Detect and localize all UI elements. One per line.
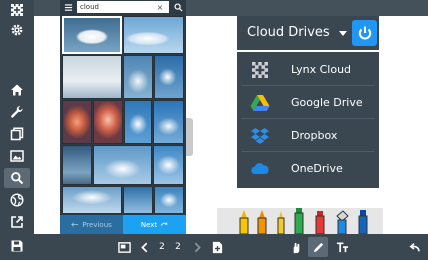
previous-page-icon[interactable] (139, 237, 151, 257)
image-result-thumbnail[interactable] (154, 55, 184, 99)
power-button[interactable] (352, 20, 377, 46)
cloud-drives-title: Cloud Drives (247, 25, 330, 40)
cloud-drives-menu: Lynx Cloud Google Drive Dropbox OneDrive (237, 52, 379, 188)
drive-label: Google Drive (291, 96, 363, 109)
menu-icon[interactable] (60, 0, 76, 14)
dropbox-icon (249, 127, 271, 145)
image-result-thumbnail[interactable] (123, 186, 153, 214)
search-panel: × (60, 0, 186, 234)
drive-label: OneDrive (291, 162, 343, 175)
blue-marker-icon[interactable] (355, 208, 371, 234)
image-result-thumbnail[interactable] (153, 145, 184, 185)
search-icon[interactable] (4, 168, 30, 188)
left-toolbar (0, 0, 34, 260)
total-pages-number: 2 (175, 242, 181, 252)
next-page-button[interactable]: Next (123, 215, 186, 234)
image-result-thumbnail[interactable] (153, 100, 184, 144)
lynx-logo-icon[interactable] (4, 0, 30, 20)
image-result-thumbnail[interactable] (62, 186, 122, 214)
drive-item-onedrive[interactable]: OneDrive (241, 153, 375, 185)
onedrive-icon (249, 160, 271, 178)
bottom-toolbar: 2 2 (34, 234, 428, 260)
eraser-icon[interactable] (334, 208, 350, 234)
hand-pan-icon[interactable] (288, 237, 304, 257)
clear-search-icon[interactable]: × (154, 1, 166, 13)
lynx-cloud-icon (249, 61, 271, 79)
next-page-icon[interactable] (191, 237, 203, 257)
pen-tool-icon[interactable] (308, 237, 328, 257)
tools-wrench-icon[interactable] (4, 102, 30, 122)
previous-page-button[interactable]: Previous (60, 215, 123, 234)
orange-highlighter-icon[interactable] (255, 208, 269, 234)
image-result-thumbnail[interactable] (62, 55, 122, 99)
panel-splitter-handle[interactable] (186, 118, 193, 156)
search-row: × (60, 0, 186, 14)
drive-item-dropbox[interactable]: Dropbox (241, 120, 375, 152)
image-result-thumbnail[interactable] (62, 145, 92, 185)
image-result-thumbnail[interactable] (93, 100, 123, 144)
settings-gear-icon[interactable] (4, 20, 30, 40)
drive-label: Lynx Cloud (291, 63, 352, 76)
image-result-thumbnail[interactable] (62, 100, 92, 144)
results-pager: Previous Next (60, 215, 186, 234)
next-page-label: Next (140, 220, 158, 229)
next-arrow-icon (160, 221, 168, 229)
image-result-thumbnail[interactable] (123, 55, 153, 99)
yellow-pencil-icon[interactable] (275, 208, 287, 234)
yellow-highlighter-icon[interactable] (237, 208, 251, 234)
power-icon (358, 26, 371, 40)
add-page-icon[interactable] (210, 237, 224, 257)
image-result-thumbnail[interactable] (124, 100, 152, 144)
app-window: × (0, 0, 428, 260)
current-page-number: 2 (159, 242, 165, 252)
undo-icon[interactable] (406, 237, 422, 257)
previous-arrow-icon (71, 221, 79, 229)
image-result-thumbnail[interactable] (154, 186, 184, 214)
drive-item-google-drive[interactable]: Google Drive (241, 87, 375, 119)
green-marker-icon[interactable] (292, 208, 306, 234)
search-submit-icon[interactable] (170, 0, 186, 14)
page-view-icon[interactable] (116, 237, 132, 257)
chevron-down-icon (339, 31, 347, 36)
image-icon[interactable] (4, 146, 30, 166)
image-result-thumbnail[interactable] (93, 145, 152, 185)
red-marker-icon[interactable] (313, 208, 327, 234)
home-icon[interactable] (4, 80, 30, 100)
google-drive-icon (249, 94, 271, 112)
marker-tray (217, 208, 383, 234)
image-result-thumbnail[interactable] (62, 16, 122, 54)
globe-icon[interactable] (4, 190, 30, 210)
pages-icon[interactable] (4, 124, 30, 144)
image-result-thumbnail[interactable] (123, 16, 184, 54)
drive-label: Dropbox (291, 129, 338, 142)
drive-item-lynx-cloud[interactable]: Lynx Cloud (241, 54, 375, 86)
save-icon[interactable] (4, 236, 30, 256)
previous-page-label: Previous (82, 220, 112, 229)
open-external-icon[interactable] (4, 212, 30, 232)
text-tool-icon[interactable] (334, 237, 350, 257)
